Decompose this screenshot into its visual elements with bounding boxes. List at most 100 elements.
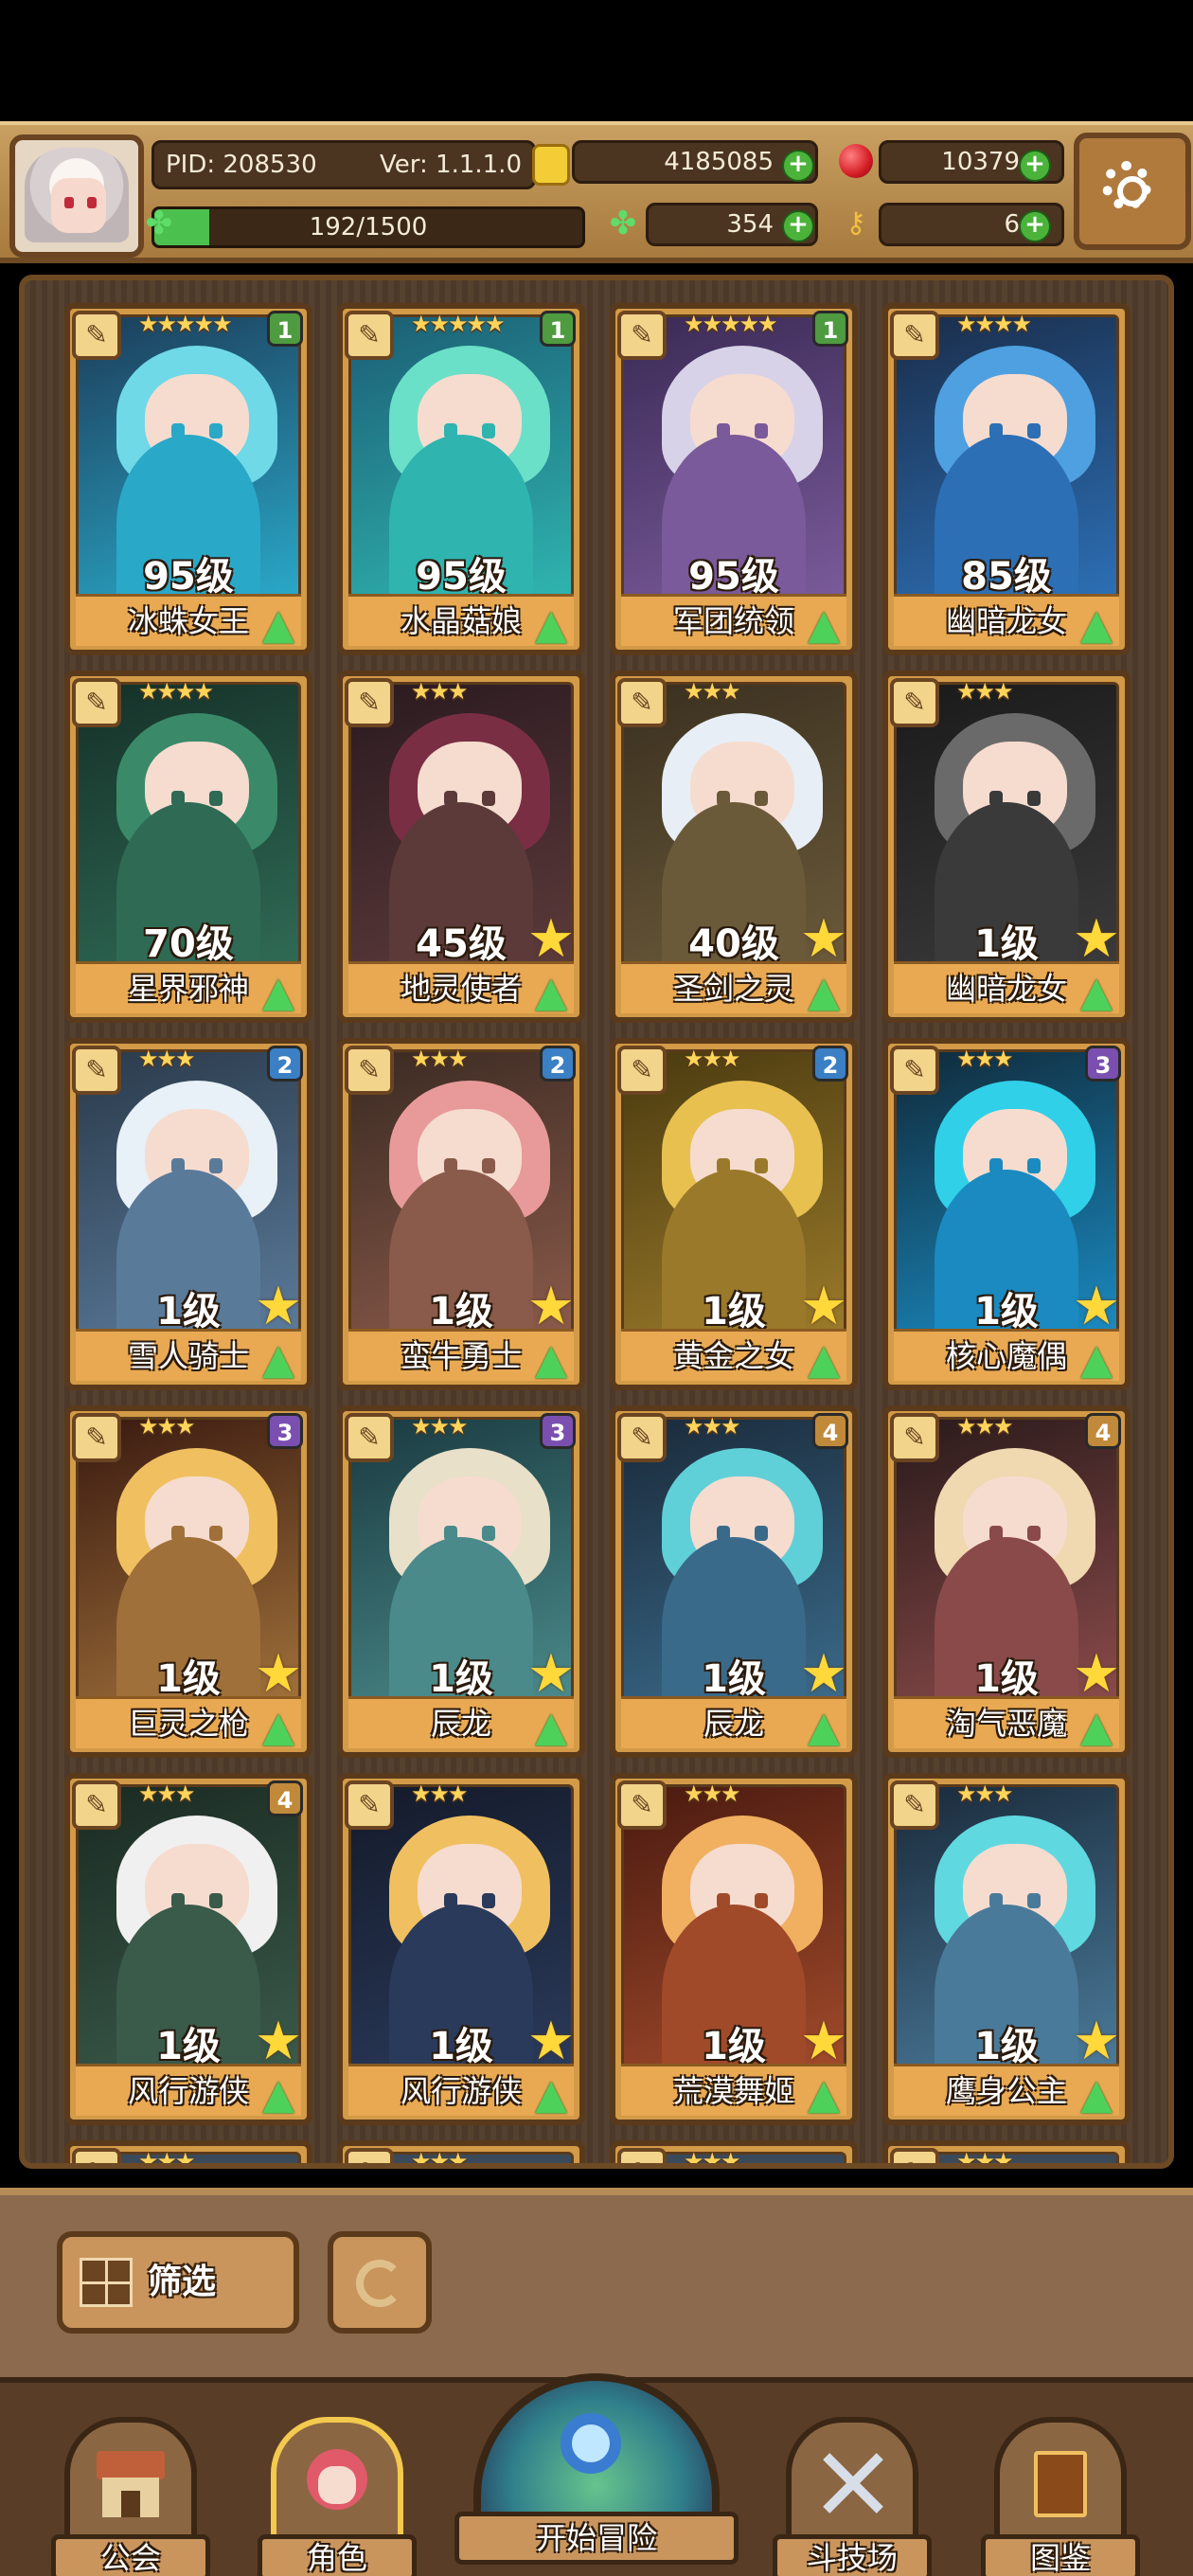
character-card[interactable]: ✎ ★★★ 3 1级 核心魔偶 ★ ▲ <box>882 1038 1131 1390</box>
star-rating: ★★★ <box>956 678 1014 705</box>
upgrade-arrow-icon: ▲ <box>808 1335 840 1384</box>
upgrade-arrow-icon: ▲ <box>262 2070 294 2119</box>
character-level: 95级 <box>143 555 234 599</box>
portrait-eye <box>1027 423 1041 438</box>
character-card[interactable]: ✎ ★★★★★ 1 95级 军团统领 ▲ <box>610 303 858 655</box>
nav-codex-label: 图鉴 <box>981 2534 1140 2576</box>
refresh-icon <box>356 2260 403 2307</box>
star-rating: ★★★ <box>956 1413 1014 1440</box>
portrait-eye <box>755 1158 768 1173</box>
character-card[interactable]: ✎ ★★★★★ 1 95级 冰蛛女王 ▲ <box>64 303 312 655</box>
gear-center <box>1117 176 1148 206</box>
portrait-eye <box>1027 1526 1041 1541</box>
character-card[interactable]: ✎ ★★★ 1级 幽暗龙女 ★ ▲ <box>882 671 1131 1023</box>
character-card[interactable]: ✎ ★★★ 1级 风行游侠 ★ ▲ <box>337 1773 585 2125</box>
character-card[interactable]: ✎ ★★★ 2 1级 黄金之女 ★ ▲ <box>610 1038 858 1390</box>
player-avatar[interactable] <box>9 134 144 258</box>
avatar-face <box>51 178 106 233</box>
nav-guild[interactable]: 公会 <box>51 2417 210 2576</box>
star-upgrade-icon: ★ <box>799 1643 848 1705</box>
add-key-button[interactable]: + <box>1019 210 1051 242</box>
character-card-partial[interactable]: ✎ ★★★ <box>610 2140 858 2163</box>
star-rating: ★★★ <box>138 1413 196 1440</box>
character-card[interactable]: ✎ ★★★ 1级 荒漠舞姬 ★ ▲ <box>610 1773 858 2125</box>
ruby-gem-icon <box>839 144 873 178</box>
sort-toggle-button[interactable] <box>328 2231 432 2334</box>
portrait-eye <box>1027 1893 1041 1908</box>
star-rating: ★★★★★ <box>411 311 506 337</box>
rank-badge: 3 <box>540 1413 576 1449</box>
character-card[interactable]: ✎ ★★★★ 85级 幽暗龙女 ▲ <box>882 303 1131 655</box>
star-upgrade-icon: ★ <box>1072 908 1121 970</box>
rank-badge: 3 <box>267 1413 303 1449</box>
weapon-class-icon: ✎ <box>72 1046 121 1095</box>
rank-badge: 1 <box>267 311 303 347</box>
clover-icon: ✤ <box>609 205 637 242</box>
star-upgrade-icon: ★ <box>799 908 848 970</box>
portrait-eye <box>482 791 495 806</box>
add-gold-button[interactable]: + <box>782 150 814 182</box>
upgrade-arrow-icon: ▲ <box>535 968 567 1016</box>
rank-badge: 1 <box>540 311 576 347</box>
weapon-class-icon: ✎ <box>890 1413 939 1462</box>
nav-codex[interactable]: 图鉴 <box>981 2417 1140 2576</box>
character-card-partial[interactable]: ✎ ★★★ <box>64 2140 312 2163</box>
character-grid: ✎ ★★★★★ 1 95级 冰蛛女王 ▲ ✎ ★★★★★ 1 95级 水晶菇娘 ▲ ✎ ★★★★★ 1 95级… <box>19 275 1174 2169</box>
star-rating: ★★★ <box>138 1780 196 1807</box>
character-card-partial[interactable]: ✎ ★★★ <box>882 2140 1131 2163</box>
portrait-eye <box>482 1893 495 1908</box>
star-rating: ★★★★ <box>956 311 1032 337</box>
weapon-class-icon: ✎ <box>890 311 939 360</box>
weapon-class-icon: ✎ <box>345 1046 394 1095</box>
star-rating: ★★★ <box>684 678 741 705</box>
character-card[interactable]: ✎ ★★★ 1级 鹰身公主 ★ ▲ <box>882 1773 1131 2125</box>
character-card[interactable]: ✎ ★★★ 4 1级 辰龙 ★ ▲ <box>610 1405 858 1758</box>
character-card-partial[interactable]: ✎ ★★★ <box>337 2140 585 2163</box>
character-card[interactable]: ✎ ★★★★★ 1 95级 水晶菇娘 ▲ <box>337 303 585 655</box>
character-card[interactable]: ✎ ★★★ 2 1级 雪人骑士 ★ ▲ <box>64 1038 312 1390</box>
filter-button[interactable]: 筛选 <box>57 2231 299 2334</box>
nav-characters[interactable]: 角色 <box>258 2417 417 2576</box>
star-upgrade-icon: ★ <box>254 1276 303 1337</box>
upgrade-arrow-icon: ▲ <box>262 1335 294 1384</box>
upgrade-arrow-icon: ▲ <box>808 600 840 649</box>
guild-house-icon <box>93 2445 169 2521</box>
star-rating: ★★★ <box>956 1780 1014 1807</box>
portrait-eye <box>209 1526 223 1541</box>
rank-badge: 2 <box>540 1046 576 1082</box>
add-ruby-button[interactable]: + <box>1019 150 1051 182</box>
weapon-class-icon: ✎ <box>617 2148 667 2163</box>
upgrade-arrow-icon: ▲ <box>1080 600 1113 649</box>
upgrade-arrow-icon: ▲ <box>535 600 567 649</box>
star-upgrade-icon: ★ <box>799 1276 848 1337</box>
portrait-eye <box>209 423 223 438</box>
character-level: 85级 <box>961 555 1052 599</box>
character-card[interactable]: ✎ ★★★ 3 1级 辰龙 ★ ▲ <box>337 1405 585 1758</box>
weapon-class-icon: ✎ <box>72 1413 121 1462</box>
star-rating: ★★★ <box>411 678 469 705</box>
star-rating: ★★★ <box>684 1046 741 1072</box>
character-card[interactable]: ✎ ★★★ 4 1级 风行游侠 ★ ▲ <box>64 1773 312 2125</box>
portrait-eye <box>209 791 223 806</box>
character-card[interactable]: ✎ ★★★ 4 1级 淘气恶魔 ★ ▲ <box>882 1405 1131 1758</box>
character-card[interactable]: ✎ ★★★ 3 1级 巨灵之枪 ★ ▲ <box>64 1405 312 1758</box>
star-upgrade-icon: ★ <box>526 908 576 970</box>
character-card[interactable]: ✎ ★★★ 40级 圣剑之灵 ★ ▲ <box>610 671 858 1023</box>
key-icon: ⚷ <box>846 206 866 240</box>
weapon-class-icon: ✎ <box>345 1413 394 1462</box>
character-face-icon <box>299 2445 375 2521</box>
filter-label: 筛选 <box>148 2263 217 2301</box>
portrait-eye <box>755 1526 768 1541</box>
add-clover-button[interactable]: + <box>782 210 814 242</box>
rank-badge: 2 <box>267 1046 303 1082</box>
upgrade-arrow-icon: ▲ <box>1080 1703 1113 1751</box>
nav-arena[interactable]: 斗技场 <box>773 2417 932 2576</box>
experience-bar: 192/1500 <box>151 206 585 248</box>
character-card[interactable]: ✎ ★★★★ 70级 星界邪神 ▲ <box>64 671 312 1023</box>
start-adventure-button[interactable]: 开始冒险 <box>454 2364 739 2576</box>
weapon-class-icon: ✎ <box>617 678 667 727</box>
character-card[interactable]: ✎ ★★★ 2 1级 蛮牛勇士 ★ ▲ <box>337 1038 585 1390</box>
character-card[interactable]: ✎ ★★★ 45级 地灵使者 ★ ▲ <box>337 671 585 1023</box>
character-level: 95级 <box>416 555 507 599</box>
settings-button[interactable] <box>1074 133 1191 250</box>
